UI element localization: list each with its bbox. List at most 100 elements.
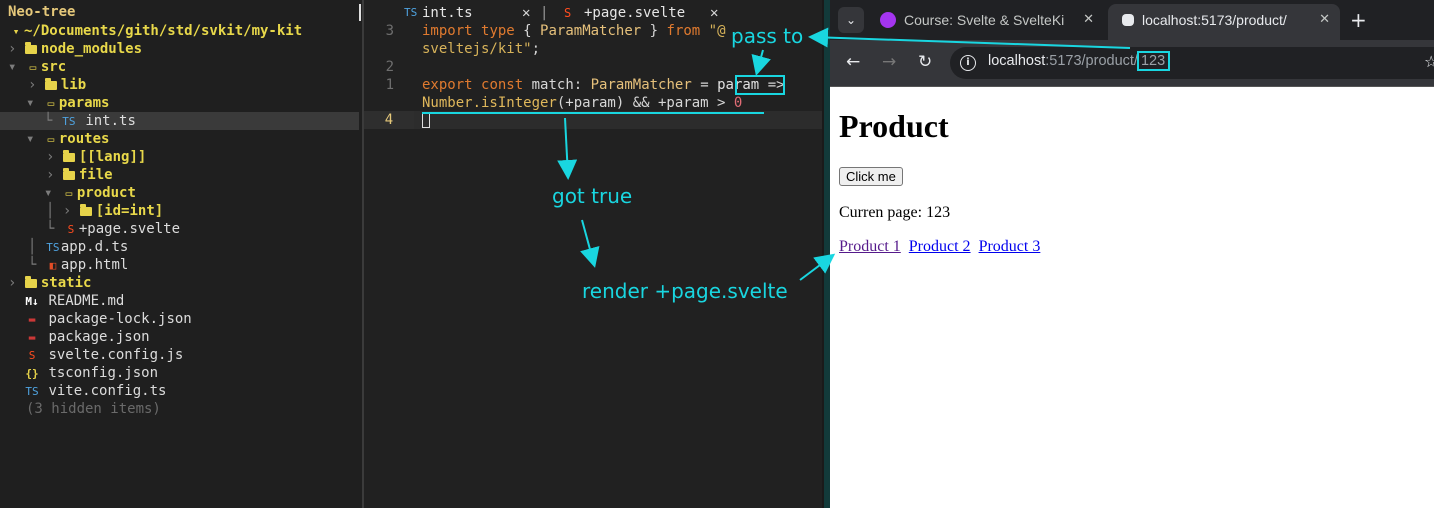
file-explorer: Neo-tree ▾ ~/Documents/gith/std/svkit/my-…	[0, 0, 361, 508]
code-line-import: import type { ParamMatcher } from "@	[422, 23, 726, 39]
annotation-render: render +page.svelte	[582, 279, 788, 303]
current-page-text: Curren page: 123	[839, 204, 951, 221]
annotation-pass-to: pass to	[731, 24, 804, 48]
highlight-box-param	[735, 75, 785, 95]
chevron-down-icon: ▾	[44, 185, 53, 201]
site-info-icon[interactable]: i	[960, 55, 976, 71]
code-line-export: export const match: ParamMatcher = param…	[422, 77, 785, 93]
close-icon[interactable]: ✕	[1319, 4, 1330, 36]
window-divider	[822, 0, 830, 508]
tree-item-svelte-config[interactable]: S svelte.config.js	[24, 346, 361, 364]
npm-icon: ▬	[28, 331, 36, 344]
chevron-right-icon: ›	[62, 203, 72, 219]
browser-window: ⌄ Course: Svelte & SvelteKi ✕ localhost:…	[830, 0, 1434, 508]
line-number-current: 4	[364, 111, 414, 129]
folder-open-icon: ▭	[29, 61, 37, 74]
tab-search-icon[interactable]: ⌄	[838, 7, 864, 33]
tree-item-readme[interactable]: M↓ README.md	[24, 292, 361, 310]
markdown-icon: M↓	[25, 295, 39, 308]
tree-item-app-html[interactable]: └ ◧ app.html	[28, 256, 361, 274]
chevron-down-icon: ▾	[26, 95, 35, 111]
folder-icon	[62, 168, 75, 180]
tree-item-vite-config[interactable]: TS vite.config.ts	[24, 382, 361, 400]
npm-icon: ▬	[28, 313, 36, 326]
code-line-import-cont: sveltejs/kit";	[422, 41, 541, 57]
folder-icon	[24, 276, 37, 288]
tree-item-tsconfig[interactable]: {} tsconfig.json	[24, 364, 361, 382]
annotation-got-true: got true	[552, 184, 633, 208]
html-icon: ◧	[49, 259, 57, 272]
new-tab-icon[interactable]: +	[1350, 8, 1367, 32]
folder-open-icon: ▭	[47, 97, 55, 110]
folder-open-icon: ▭	[65, 187, 73, 200]
browser-toolbar: ← → ↻ i localhost:5173/product/123 ☆	[830, 40, 1434, 87]
chevron-right-icon: ›	[8, 275, 17, 291]
folder-open-icon: ▾	[12, 25, 20, 38]
highlight-box-url-param: 123	[1136, 51, 1171, 71]
text-cursor	[359, 4, 361, 21]
line-number: 3	[385, 23, 394, 39]
browser-tab-course[interactable]: Course: Svelte & SvelteKi ✕	[868, 4, 1104, 40]
svelte-icon	[1122, 14, 1134, 27]
chevron-down-icon: ▾	[26, 131, 35, 147]
block-cursor	[422, 112, 430, 128]
url-text: localhost:5173/product/123	[988, 51, 1171, 71]
chevron-right-icon: ›	[8, 41, 17, 57]
product-link-3[interactable]: Product 3	[979, 238, 1041, 255]
tree-item-routes[interactable]: ▾ ▭ routes	[26, 130, 361, 148]
click-me-button[interactable]: Click me	[839, 167, 903, 186]
hidden-items-note: (3 hidden items)	[26, 401, 161, 417]
typescript-icon: TS	[404, 6, 418, 19]
close-icon[interactable]: ✕	[1083, 4, 1094, 36]
chevron-right-icon: ›	[46, 149, 55, 165]
chevron-down-icon: ▾	[8, 59, 17, 75]
code-line-export-cont: Number.isInteger(+param) && +param > 0	[422, 95, 743, 111]
folder-icon	[24, 42, 37, 54]
address-bar[interactable]: i localhost:5173/product/123	[950, 47, 1434, 79]
typescript-icon: TS	[46, 241, 60, 254]
tree-item-lang[interactable]: › [[lang]]	[46, 148, 361, 166]
tree-item-product[interactable]: ▾ ▭ product	[44, 184, 361, 202]
udemy-icon	[880, 12, 896, 29]
tree-item-lib[interactable]: › lib	[28, 76, 361, 94]
product-links: Product 1 Product 2 Product 3	[839, 238, 1044, 256]
folder-open-icon: ▭	[47, 133, 55, 146]
tree-item-src[interactable]: ▾ ▭ src	[8, 58, 361, 76]
page-title: Product	[839, 108, 949, 144]
code-editor[interactable]: TS int.ts ✕ | S +page.svelte ✕ 3 2 1 4 i…	[364, 0, 822, 508]
folder-icon	[79, 204, 92, 216]
explorer-title: Neo-tree	[8, 4, 76, 20]
typescript-icon: TS	[25, 385, 39, 398]
tree-item-file[interactable]: › file	[46, 166, 361, 184]
browser-tab-localhost[interactable]: localhost:5173/product/ ✕	[1108, 4, 1340, 40]
tree-item-page-svelte[interactable]: └ S +page.svelte	[46, 220, 361, 238]
folder-icon	[62, 150, 75, 162]
line-number: 2	[385, 59, 394, 75]
reload-icon[interactable]: ↻	[918, 52, 932, 72]
browser-tabbar: ⌄ Course: Svelte & SvelteKi ✕ localhost:…	[830, 0, 1434, 40]
editor-tabline: TS int.ts ✕ | S +page.svelte ✕	[364, 0, 822, 22]
bookmark-star-icon[interactable]: ☆	[1424, 52, 1434, 71]
product-link-2[interactable]: Product 2	[909, 238, 971, 255]
typescript-icon: TS	[62, 115, 76, 128]
back-arrow-icon[interactable]: ←	[846, 52, 860, 72]
folder-icon	[44, 78, 57, 90]
tree-item-package-json[interactable]: ▬ package.json	[24, 328, 361, 346]
tree-item-static[interactable]: › static	[8, 274, 361, 292]
chevron-right-icon: ›	[28, 77, 37, 93]
svelte-icon: S	[28, 349, 36, 362]
svelte-icon: S	[67, 223, 75, 236]
tree-item-int-ts[interactable]: └ TS int.ts	[0, 112, 359, 130]
tree-root[interactable]: ▾ ~/Documents/gith/std/svkit/my-kit	[8, 22, 361, 40]
product-link-1[interactable]: Product 1	[839, 238, 901, 255]
chevron-right-icon: ›	[46, 167, 55, 183]
json-icon: {}	[25, 367, 39, 380]
tree-item-app-d-ts[interactable]: │ TSapp.d.ts	[28, 238, 361, 256]
underline-annotation	[422, 112, 764, 114]
tree-item-node-modules[interactable]: › node_modules	[8, 40, 361, 58]
forward-arrow-icon[interactable]: →	[882, 52, 896, 72]
tree-item-params[interactable]: ▾ ▭ params	[26, 94, 361, 112]
line-number: 1	[385, 77, 394, 93]
tree-item-id-int[interactable]: │ › [id=int]	[46, 202, 361, 220]
tree-item-package-lock[interactable]: ▬ package-lock.json	[24, 310, 361, 328]
